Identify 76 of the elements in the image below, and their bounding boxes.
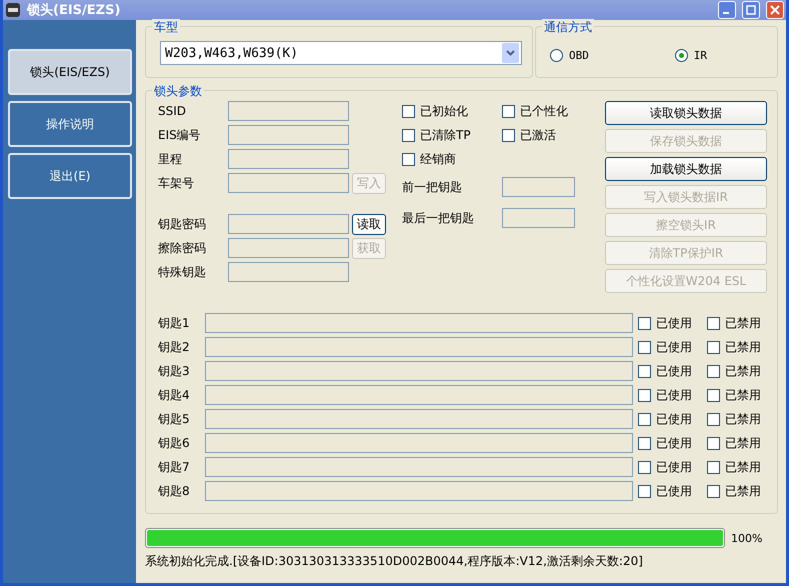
- caret-icon: [502, 43, 519, 63]
- field-label: 最后一把钥匙: [402, 210, 475, 226]
- key-field[interactable]: [205, 409, 633, 429]
- key-field[interactable]: [205, 433, 633, 453]
- checkbox[interactable]: 已使用: [638, 385, 707, 405]
- key-field[interactable]: [205, 481, 633, 501]
- checkbox[interactable]: 已使用: [638, 457, 707, 477]
- progress-reading: 100%: [731, 532, 762, 544]
- input-field[interactable]: [228, 125, 349, 145]
- input-field[interactable]: [228, 238, 349, 258]
- key-label: 钥匙7: [158, 458, 191, 476]
- checkbox[interactable]: 已使用: [638, 409, 707, 429]
- key-label: 钥匙8: [158, 482, 191, 500]
- key-field[interactable]: [205, 313, 633, 333]
- input-field[interactable]: [228, 262, 349, 282]
- checkbox[interactable]: 经销商: [402, 149, 502, 169]
- field-label: 特殊钥匙: [158, 264, 207, 280]
- checkbox[interactable]: 已禁用: [707, 409, 767, 429]
- maximize-button[interactable]: [742, 1, 760, 19]
- checkbox[interactable]: 已使用: [638, 481, 707, 501]
- checkbox[interactable]: 已禁用: [707, 337, 767, 357]
- field-label: 里程: [158, 150, 183, 168]
- app-icon: [5, 2, 21, 18]
- field-label: EIS编号: [158, 126, 202, 144]
- key-field[interactable]: [205, 385, 633, 405]
- field-label: 前一把钥匙: [402, 178, 463, 196]
- radio-button[interactable]: IR: [674, 49, 707, 62]
- checkbox[interactable]: 已初始化: [402, 101, 502, 121]
- checkbox[interactable]: 已清除TP: [402, 125, 502, 145]
- checkbox[interactable]: 已禁用: [707, 481, 767, 501]
- checkbox[interactable]: 已使用: [638, 313, 707, 333]
- group-legend: 锁头参数: [152, 83, 204, 100]
- input-field[interactable]: [228, 214, 349, 234]
- key-label: 钥匙1: [158, 314, 191, 332]
- input-field[interactable]: [502, 208, 575, 228]
- field-label: SSID: [158, 104, 188, 118]
- vehicle-dropdown[interactable]: W203,W463,W639(K): [160, 41, 522, 65]
- key-field[interactable]: [205, 337, 633, 357]
- radio-button[interactable]: OBD: [550, 49, 589, 62]
- checkbox[interactable]: 已使用: [638, 433, 707, 453]
- checkbox[interactable]: 已禁用: [707, 361, 767, 381]
- key-label: 钥匙5: [158, 410, 191, 428]
- maximize-icon: [746, 5, 756, 15]
- status-text: 系统初始化完成.[设备ID:303130313333510D002B0044,程序版本:V12,激活剩余天数:20]: [145, 553, 644, 570]
- action-button[interactable]: 读取锁头数据: [605, 101, 767, 125]
- minimize-button[interactable]: [718, 1, 736, 19]
- field-label: 擦除密码: [158, 240, 207, 256]
- input-field[interactable]: [228, 149, 349, 169]
- input-field[interactable]: [502, 177, 575, 197]
- checkbox[interactable]: 已禁用: [707, 457, 767, 477]
- field-label: 车架号: [158, 174, 195, 192]
- key-label: 钥匙2: [158, 338, 191, 356]
- sidebar-button[interactable]: 退出(E): [8, 153, 132, 199]
- group-legend: 通信方式: [542, 19, 594, 36]
- input-field[interactable]: [228, 101, 349, 121]
- sidebar-button[interactable]: 操作说明: [8, 101, 132, 147]
- key-label: 钥匙6: [158, 434, 191, 452]
- checkbox[interactable]: 已禁用: [707, 313, 767, 333]
- action-button[interactable]: 读取: [352, 214, 386, 234]
- key-field[interactable]: [205, 361, 633, 381]
- input-field[interactable]: [228, 173, 349, 193]
- action-button[interactable]: 加载锁头数据: [605, 157, 767, 181]
- close-button[interactable]: [766, 1, 784, 19]
- checkbox[interactable]: 已禁用: [707, 385, 767, 405]
- close-icon: [770, 5, 780, 15]
- checkbox[interactable]: 已使用: [638, 361, 707, 381]
- checkbox[interactable]: 已使用: [638, 337, 707, 357]
- checkbox[interactable]: 已禁用: [707, 433, 767, 453]
- checkbox[interactable]: 已个性化: [502, 101, 602, 121]
- key-label: 钥匙3: [158, 362, 191, 380]
- key-field[interactable]: [205, 457, 633, 477]
- sidebar-button[interactable]: 锁头(EIS/EZS): [8, 49, 132, 95]
- checkbox[interactable]: 已激活: [502, 125, 602, 145]
- window-title: 锁头(EIS/EZS): [27, 2, 122, 19]
- key-label: 钥匙4: [158, 386, 191, 404]
- field-label: 钥匙密码: [158, 216, 207, 232]
